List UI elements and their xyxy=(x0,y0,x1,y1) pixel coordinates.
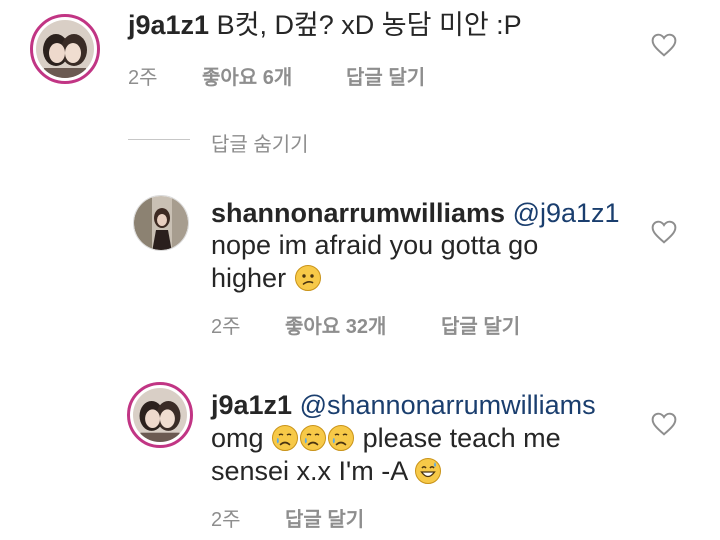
reply-mention[interactable]: @j9a1z1 xyxy=(513,198,620,228)
comment-meta: 2주 좋아요 6개 답글 달기 xyxy=(128,61,425,90)
reply-text-fragment: omg xyxy=(211,423,264,453)
heart-icon[interactable] xyxy=(651,33,677,57)
reply-mention[interactable]: @shannonarrumwilliams xyxy=(300,390,596,420)
sad-tear-face-icon xyxy=(328,425,355,451)
hide-replies-label: 답글 숨기기 xyxy=(211,134,309,156)
hide-replies-button[interactable]: 답글 숨기기 xyxy=(211,128,309,157)
reply-username[interactable]: shannonarrumwilliams xyxy=(211,198,505,228)
sad-tear-face-icon xyxy=(272,425,299,451)
reply-button[interactable]: 답글 달기 xyxy=(441,310,520,339)
comment-likes[interactable]: 좋아요 6개 xyxy=(202,61,346,90)
hide-replies-line xyxy=(128,139,190,140)
confused-face-icon xyxy=(294,265,321,291)
avatar-photo xyxy=(134,196,188,250)
reply-meta: 2주 답글 달기 xyxy=(211,503,364,532)
reply-likes[interactable]: 좋아요 32개 xyxy=(285,310,441,339)
reply-text-fragment: please teach me xyxy=(362,423,561,453)
comment-time: 2주 xyxy=(128,67,158,89)
grinning-sweat-face-icon xyxy=(415,458,442,484)
reply-text: shannonarrumwilliams @j9a1z1 xyxy=(211,196,620,230)
reply-text: j9a1z1 @shannonarrumwilliams xyxy=(211,388,596,422)
reply-time: 2주 xyxy=(211,509,241,531)
reply-time: 2주 xyxy=(211,316,241,338)
reply-text-line: nope im afraid you gotta go xyxy=(211,230,539,260)
reply-text-line: sensei x.x I'm -A xyxy=(211,454,442,488)
avatar-photo xyxy=(36,20,94,78)
heart-icon[interactable] xyxy=(651,220,677,244)
reply-text-fragment: higher xyxy=(211,263,287,293)
reply-button[interactable]: 답글 달기 xyxy=(285,503,364,532)
comment-text: j9a1z1 B컷, D컾? xD 농담 미안 :P xyxy=(128,8,522,42)
reply-button[interactable]: 답글 달기 xyxy=(346,61,425,90)
reply-meta: 2주 좋아요 32개 답글 달기 xyxy=(211,310,520,339)
reply-text-line: higher xyxy=(211,261,322,295)
avatar[interactable] xyxy=(133,195,189,251)
sad-tear-face-icon xyxy=(300,425,327,451)
reply-text-line: omg please teach me xyxy=(211,421,561,455)
heart-icon[interactable] xyxy=(651,412,677,436)
reply-username[interactable]: j9a1z1 xyxy=(211,390,292,420)
reply-text-fragment: sensei x.x I'm -A xyxy=(211,456,407,486)
avatar[interactable] xyxy=(30,14,100,84)
avatar-photo xyxy=(133,388,187,442)
comment-username[interactable]: j9a1z1 xyxy=(128,10,209,40)
avatar[interactable] xyxy=(127,382,193,448)
comment-body: B컷, D컾? xD 농담 미안 :P xyxy=(216,10,522,40)
